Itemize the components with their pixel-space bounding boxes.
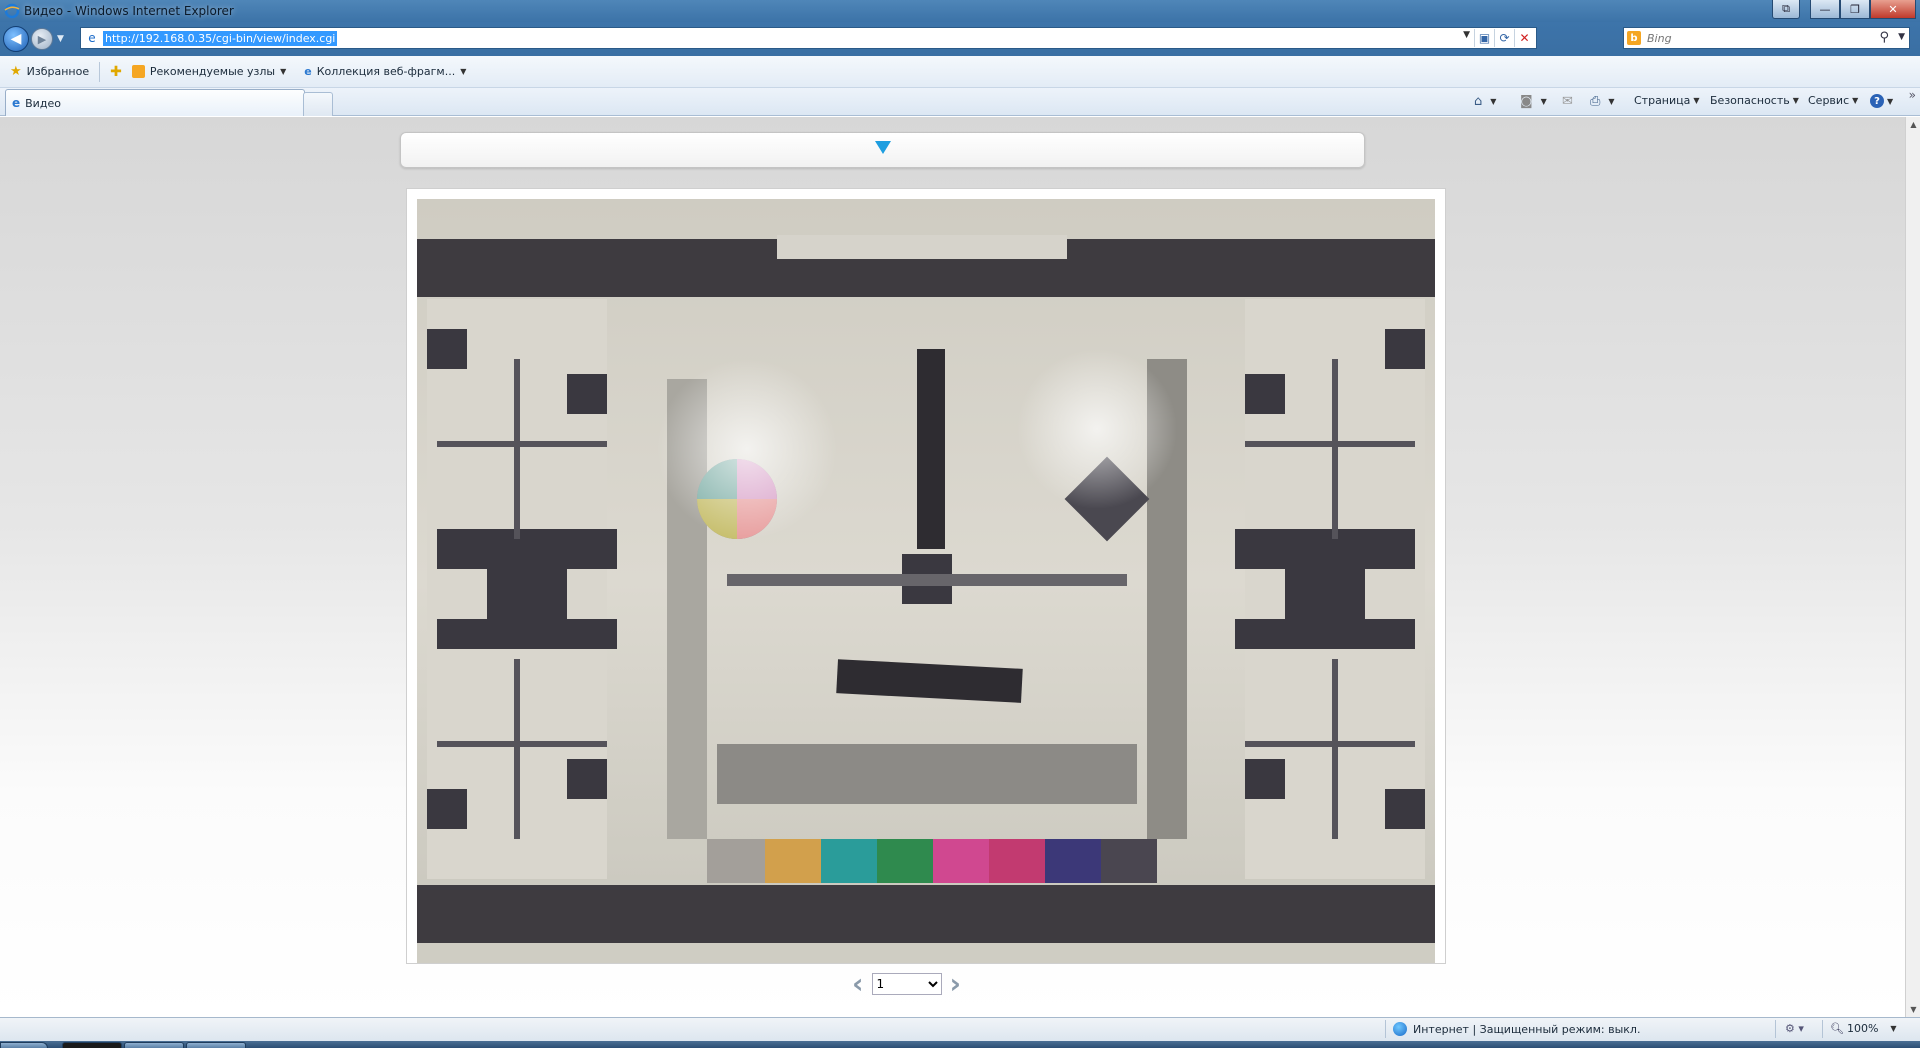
search-icon[interactable]: ⚲ [1879,30,1889,45]
search-input[interactable] [1647,31,1867,45]
status-divider [1385,1020,1386,1038]
title-bar: Видео - Windows Internet Explorer ⧉ — ❐ … [0,0,1920,22]
home-icon: ⌂ [1474,94,1483,109]
scroll-up-arrow-icon[interactable]: ▲ [1906,117,1920,132]
chevron-down-icon: ▼ [460,67,467,76]
refresh-icon[interactable]: ⟳ [1494,29,1514,47]
help-menu[interactable]: ? ▼ [1870,94,1893,108]
suggested-sites-link[interactable]: Рекомендуемые узлы ▼ [131,65,287,78]
ie-page-icon: e [88,31,96,45]
chevron-down-icon: ▼ [1887,96,1894,106]
page-select[interactable]: 1 [871,973,942,995]
bing-icon: b [1627,31,1641,45]
stop-icon[interactable]: ✕ [1514,29,1534,47]
magnifier-icon: 🔍︎ [1830,1022,1844,1035]
address-text[interactable]: http://192.168.0.35/cgi-bin/view/index.c… [103,30,338,46]
next-page-arrow-icon[interactable]: › [950,970,962,998]
status-divider [1822,1020,1823,1038]
ie-page-icon: e [12,96,21,110]
favorites-bar: ★ Избранное ✚ Рекомендуемые узлы ▼ e Кол… [0,56,1920,88]
navigation-bar: ◀ ▶ ▼ e http://192.168.0.35/cgi-bin/view… [0,22,1920,56]
tools-menu-label: Сервис [1808,94,1850,107]
add-to-favorites-bar-icon[interactable]: ✚ [110,64,122,80]
page-navigator: ‹ 1 › [852,970,961,998]
home-button[interactable]: ⌂ ▼ [1474,94,1496,109]
window-title: Видео - Windows Internet Explorer [24,4,234,18]
control-panel-bar [400,132,1365,168]
taskbar-app-button[interactable] [62,1042,122,1048]
maximize-button[interactable]: ❐ [1840,0,1870,19]
restore-tabs-button[interactable]: ⧉ [1772,0,1800,19]
new-tab-button[interactable] [303,92,333,116]
tab-bar: e Видео ⌂ ▼ ◙ ▼ ✉ ⎙ ▼ Страница ▼ Безопас… [0,88,1920,116]
security-zone[interactable]: Интернет | Защищенный режим: выкл. [1393,1022,1640,1036]
recent-pages-dropdown[interactable]: ▼ [57,34,64,44]
test-chart-image [417,199,1435,963]
web-slice-gallery-label: Коллекция веб-фрагм... [316,65,456,78]
page-menu[interactable]: Страница ▼ [1634,94,1700,107]
favorites-label: Избранное [26,65,90,78]
safety-menu-label: Безопасность [1710,94,1790,107]
favorites-button[interactable]: ★ Избранное [10,64,89,79]
rss-feed-icon: ◙ [1520,94,1533,109]
tab-video[interactable]: e Видео [5,89,305,116]
window-controls: ⧉ — ❐ ✕ [1772,0,1916,19]
chevron-down-icon: ▼ [1852,96,1859,105]
camera-video-stream[interactable] [417,199,1435,963]
feeds-button[interactable]: ◙ ▼ [1520,94,1547,109]
video-frame [406,188,1446,964]
search-box[interactable]: b ⚲ ▼ [1623,27,1910,49]
ie-logo-icon [4,3,20,19]
compatibility-view-icon[interactable]: ▣ [1474,29,1494,47]
arrow-right-icon: ▶ [37,32,47,46]
start-button[interactable] [0,1042,48,1048]
search-options-dropdown-icon[interactable]: ▼ [1898,32,1905,42]
chevron-down-icon: ▼ [1608,97,1615,106]
forward-button[interactable]: ▶ [31,28,53,50]
tab-label: Видео [25,96,61,110]
minimize-button[interactable]: — [1810,0,1840,19]
globe-icon [1393,1022,1407,1036]
chevron-down-icon: ▼ [1490,97,1497,106]
ie-page-icon: e [304,65,312,78]
status-bar: Интернет | Защищенный режим: выкл. ⚙ ▾ 🔍… [0,1017,1920,1041]
favorites-divider [99,61,101,82]
address-bar[interactable]: e http://192.168.0.35/cgi-bin/view/index… [80,27,1537,49]
zoom-level: 100% [1846,1022,1879,1035]
vertical-scrollbar[interactable]: ▲ ▼ [1905,117,1920,1017]
page-menu-label: Страница [1634,94,1691,107]
close-button[interactable]: ✕ [1870,0,1916,19]
chevron-down-icon: ▼ [280,67,287,76]
protected-mode-icon[interactable]: ⚙ ▾ [1785,1022,1804,1035]
taskbar [0,1041,1920,1048]
suggested-sites-label: Рекомендуемые узлы [149,65,276,78]
favorites-star-icon: ★ [10,64,22,79]
tools-menu[interactable]: Сервис ▼ [1808,94,1858,107]
page-content: ‹ 1 › [0,117,1905,1017]
status-divider [1775,1020,1776,1038]
more-commands-chevron-icon[interactable]: » [1909,88,1916,102]
read-mail-button[interactable]: ✉ [1562,94,1573,109]
chevron-down-icon: ▼ [1693,96,1700,105]
security-zone-text: Интернет | Защищенный режим: выкл. [1413,1022,1641,1036]
web-slice-gallery-link[interactable]: e Коллекция веб-фрагм... ▼ [304,65,466,78]
help-icon: ? [1870,94,1884,108]
printer-icon: ⎙ [1590,94,1601,109]
chevron-down-icon: ▼ [1792,96,1799,105]
scroll-down-arrow-icon[interactable]: ▼ [1906,1002,1920,1017]
back-button[interactable]: ◀ [3,26,29,52]
print-button[interactable]: ⎙ ▼ [1590,94,1615,109]
expand-panel-triangle-icon[interactable] [875,141,891,154]
address-dropdown-icon[interactable]: ▼ [1463,30,1470,40]
chevron-down-icon: ▼ [1540,97,1547,106]
safety-menu[interactable]: Безопасность ▼ [1710,94,1799,107]
previous-page-arrow-icon[interactable]: ‹ [852,970,864,998]
chevron-down-icon: ▼ [1890,1024,1897,1033]
taskbar-explorer-button[interactable] [186,1042,246,1048]
arrow-left-icon: ◀ [10,31,22,47]
taskbar-ie-button[interactable] [124,1042,184,1048]
mail-icon: ✉ [1562,94,1573,109]
orange-feed-icon [131,65,145,78]
zoom-control[interactable]: 🔍︎ 100% ▼ [1830,1022,1897,1035]
